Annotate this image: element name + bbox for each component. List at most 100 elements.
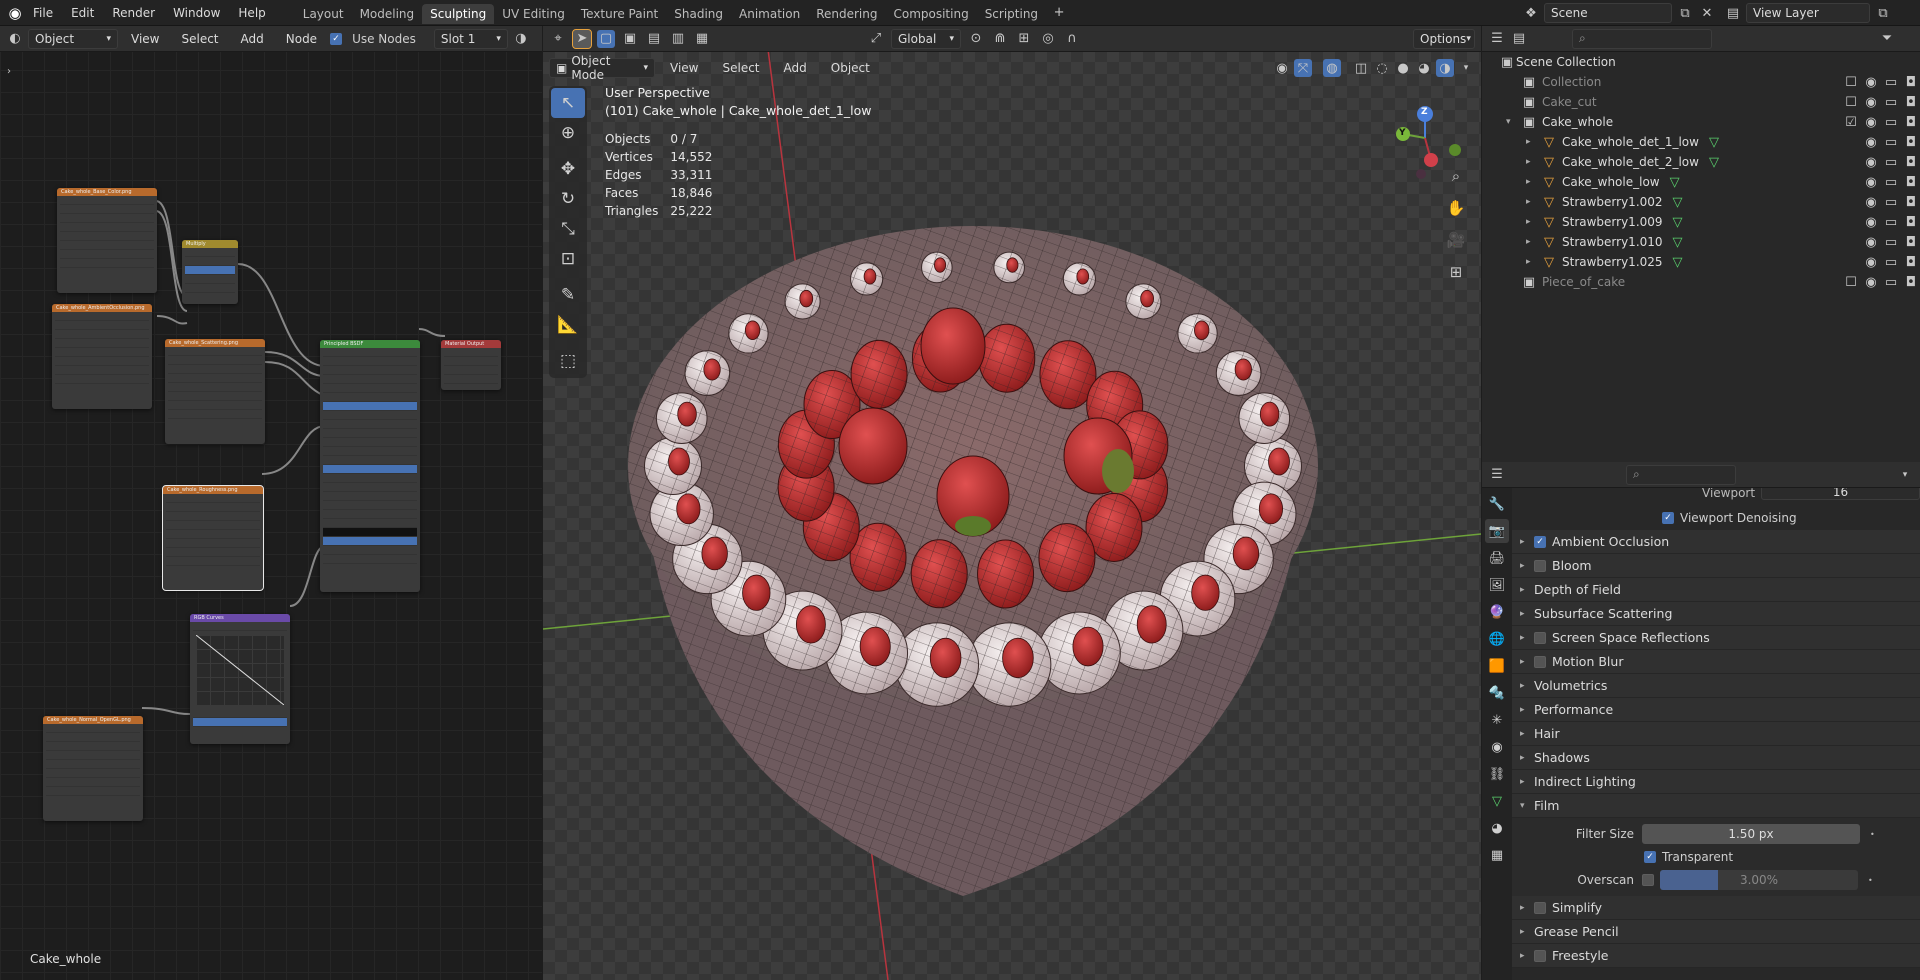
select-mode-intersect-icon[interactable]: ▦: [693, 30, 711, 48]
select-mode-subtract-icon[interactable]: ▤: [645, 30, 663, 48]
select-mode-invert-icon[interactable]: ▥: [669, 30, 687, 48]
wireframe-shading-icon[interactable]: ◌: [1373, 59, 1391, 77]
delete-scene-icon[interactable]: ✕: [1698, 4, 1716, 22]
outliner-row[interactable]: ▸ ▽ Cake_whole_det_2_low ▽ ◉ ▭ ◘: [1482, 152, 1920, 172]
solid-shading-icon[interactable]: ●: [1394, 59, 1412, 77]
rendered-shading-icon[interactable]: ◑: [1436, 59, 1454, 77]
camera-render-icon[interactable]: ◘: [1902, 73, 1920, 91]
viewport-samples-field[interactable]: 16: [1761, 488, 1920, 500]
editor-type-3d-icon[interactable]: ⌖: [549, 30, 567, 48]
eye-icon[interactable]: ◉: [1862, 173, 1880, 191]
node-rgb-curves[interactable]: RGB Curves: [190, 614, 290, 744]
physics-tab-icon[interactable]: ◉: [1485, 735, 1509, 759]
tool-rotate-icon[interactable]: ↻: [551, 184, 585, 214]
modifiers-tab-icon[interactable]: 🔩: [1485, 681, 1509, 705]
viewport-menu-add[interactable]: Add: [775, 58, 816, 78]
mesh-data-icon[interactable]: ▽: [1669, 193, 1687, 211]
panel-header[interactable]: ▸ Subsurface Scattering: [1512, 602, 1920, 626]
expand-arrow-icon[interactable]: ▸: [1526, 217, 1540, 227]
select-tool-icon[interactable]: ➤: [572, 28, 592, 49]
outliner-row[interactable]: ▣ Piece_of_cake ☐ ◉ ▭ ◘: [1482, 272, 1920, 292]
camera-render-icon[interactable]: ◘: [1902, 173, 1920, 191]
expand-arrow-icon[interactable]: ▸: [1526, 137, 1540, 147]
outliner-row[interactable]: ▣ Cake_cut ☐ ◉ ▭ ◘: [1482, 92, 1920, 112]
constraints-tab-icon[interactable]: ⛓: [1485, 762, 1509, 786]
tab-modeling[interactable]: Modeling: [352, 4, 423, 24]
material-tab-icon[interactable]: ◕: [1485, 816, 1509, 840]
panel-header[interactable]: ▾ Film: [1512, 794, 1920, 818]
scene-icon[interactable]: ❖: [1522, 4, 1540, 22]
eye-icon[interactable]: ◉: [1862, 213, 1880, 231]
menu-file[interactable]: File: [24, 0, 62, 26]
properties-search-input[interactable]: ⌕: [1626, 464, 1736, 485]
monitor-icon[interactable]: ▭: [1882, 153, 1900, 171]
viewport-denoising-checkbox[interactable]: ✓: [1662, 512, 1674, 524]
curve-graph[interactable]: [196, 635, 284, 705]
proportional-falloff-icon[interactable]: ∩: [1063, 30, 1081, 48]
viewport-menu-select[interactable]: Select: [713, 58, 768, 78]
panel-arrow-icon[interactable]: ▸: [1520, 903, 1534, 913]
particles-tab-icon[interactable]: ✳: [1485, 708, 1509, 732]
pivot-point-icon[interactable]: ⊙: [967, 30, 985, 48]
node-roughness[interactable]: Cake_whole_Roughness.png: [162, 485, 264, 591]
monitor-icon[interactable]: ▭: [1882, 133, 1900, 151]
panel-header[interactable]: ▸ Hair: [1512, 722, 1920, 746]
expand-arrow-icon[interactable]: ▸: [1526, 237, 1540, 247]
options-dropdown[interactable]: Options ▾: [1413, 28, 1475, 49]
tab-uv-editing[interactable]: UV Editing: [494, 4, 573, 24]
data-tab-icon[interactable]: ▽: [1485, 789, 1509, 813]
snap-icon[interactable]: ⋒: [991, 30, 1009, 48]
outliner-root-row[interactable]: ▣ Scene Collection: [1482, 52, 1920, 72]
scene-field[interactable]: Scene: [1544, 3, 1672, 23]
node-scattering[interactable]: Cake_whole_Scattering.png: [165, 339, 265, 444]
xray-toggle-icon[interactable]: ◫: [1352, 59, 1370, 77]
panel-arrow-icon[interactable]: ▸: [1520, 927, 1534, 937]
tool-annotate-icon[interactable]: ✎: [551, 280, 585, 310]
menu-render[interactable]: Render: [103, 0, 164, 26]
panel-arrow-icon[interactable]: ▸: [1520, 753, 1534, 763]
tool-cursor-icon[interactable]: ⊕: [551, 118, 585, 148]
eye-icon[interactable]: ◉: [1862, 193, 1880, 211]
panel-header[interactable]: ▸ Depth of Field: [1512, 578, 1920, 602]
expand-arrow-icon[interactable]: ▸: [1526, 197, 1540, 207]
camera-render-icon[interactable]: ◘: [1902, 253, 1920, 271]
camera-render-icon[interactable]: ◘: [1902, 193, 1920, 211]
node-multiply[interactable]: Multiply: [182, 240, 238, 304]
gizmo-toggle-icon[interactable]: ⤧: [1294, 59, 1312, 77]
new-scene-icon[interactable]: ⧉: [1676, 4, 1694, 22]
properties-options-icon[interactable]: ▾: [1896, 466, 1914, 484]
transform-orientation-icon[interactable]: ⤢: [867, 30, 885, 48]
scene-tab-icon[interactable]: 🔮: [1485, 600, 1509, 624]
material-shading-icon[interactable]: ◕: [1415, 59, 1433, 77]
panel-arrow-icon[interactable]: ▸: [1520, 633, 1534, 643]
panel-header[interactable]: ▸ Volumetrics: [1512, 674, 1920, 698]
mesh-data-icon[interactable]: ▽: [1666, 173, 1684, 191]
eye-icon[interactable]: ◉: [1862, 73, 1880, 91]
monitor-icon[interactable]: ▭: [1882, 113, 1900, 131]
camera-render-icon[interactable]: ◘: [1902, 93, 1920, 111]
panel-arrow-icon[interactable]: ▸: [1520, 657, 1534, 667]
panel-arrow-icon[interactable]: ▸: [1520, 585, 1534, 595]
filter-icon[interactable]: ⏷: [1878, 30, 1896, 48]
tool-transform-icon[interactable]: ⊡: [551, 244, 585, 274]
display-mode-icon[interactable]: ▤: [1510, 30, 1528, 48]
3d-viewport[interactable]: ⌖ ➤ ▢ ▣ ▤ ▥ ▦ ⤢ Global ▾ ⊙ ⋒ ⊞ ◎ ∩ Option…: [543, 26, 1481, 980]
blender-logo-icon[interactable]: ◉: [6, 4, 24, 22]
tab-animation[interactable]: Animation: [731, 4, 808, 24]
mesh-data-icon[interactable]: ▽: [1669, 233, 1687, 251]
tab-layout[interactable]: Layout: [295, 4, 352, 24]
node-material-output[interactable]: Material Output: [441, 340, 501, 390]
output-tab-icon[interactable]: 🖨: [1485, 546, 1509, 570]
node-ambient-occlusion[interactable]: Cake_whole_AmbientOcclusion.png: [52, 304, 152, 409]
node-principled-bsdf[interactable]: Principled BSDF: [320, 340, 420, 592]
tool-select-box-icon[interactable]: ↖: [551, 88, 585, 118]
outliner-row[interactable]: ▸ ▽ Strawberry1.002 ▽ ◉ ▭ ◘: [1482, 192, 1920, 212]
mesh-data-icon[interactable]: ▽: [1669, 213, 1687, 231]
outliner-row[interactable]: ▸ ▽ Cake_whole_det_1_low ▽ ◉ ▭ ◘: [1482, 132, 1920, 152]
select-mode-extend-icon[interactable]: ▣: [621, 30, 639, 48]
outliner-row[interactable]: ▾ ▣ Cake_whole ☑ ◉ ▭ ◘: [1482, 112, 1920, 132]
texture-tab-icon[interactable]: ▦: [1485, 843, 1509, 867]
panel-enable-checkbox[interactable]: [1534, 631, 1546, 644]
monitor-icon[interactable]: ▭: [1882, 73, 1900, 91]
new-view-layer-icon[interactable]: ⧉: [1874, 4, 1892, 22]
